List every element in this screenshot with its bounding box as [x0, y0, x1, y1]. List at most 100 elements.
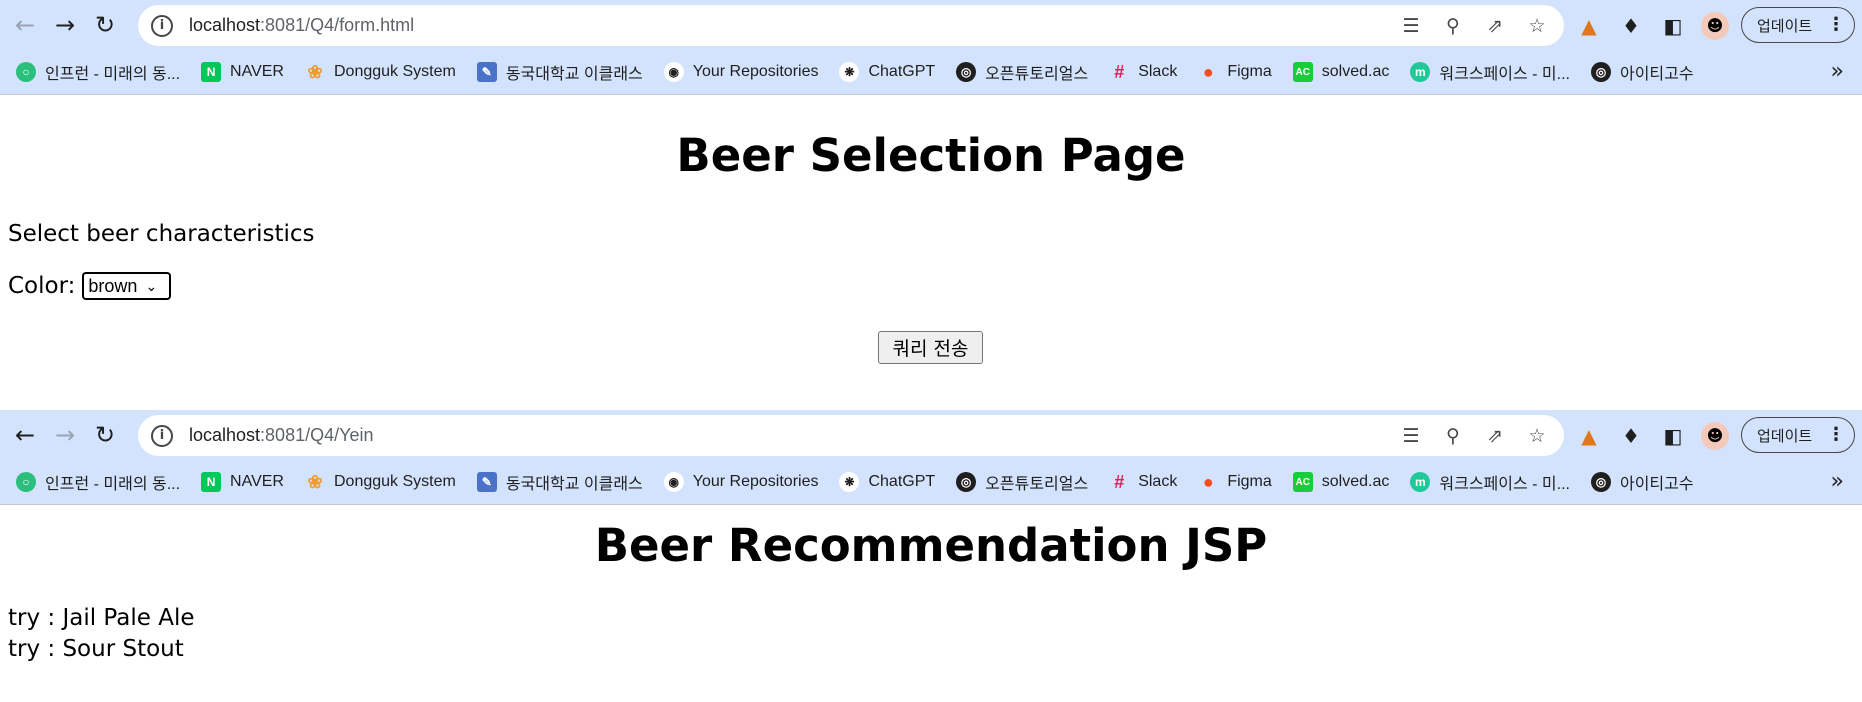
bookmark-naver[interactable]: N NAVER [201, 62, 284, 82]
forward-icon[interactable]: → [45, 5, 85, 45]
address-bar[interactable]: i localhost:8081/Q4/form.html ☰ ⚲ ⇗ ☆ [138, 5, 1564, 46]
bookmark-inflearn[interactable]: ○ 인프런 - 미래의 동... [16, 470, 180, 494]
address-bar-actions: ☰ ⚲ ⇗ ☆ [1398, 415, 1550, 456]
side-panel-icon[interactable]: ◧ [1659, 12, 1687, 40]
bookmark-label: 동국대학교 이클래스 [505, 66, 643, 83]
site-info-icon[interactable]: i [151, 424, 173, 447]
workspace-icon: m [1410, 62, 1431, 82]
solvedac-icon: AC [1292, 472, 1313, 492]
bookmark-label: Your Repositories [692, 473, 819, 490]
bookmarks-overflow-icon[interactable]: » [1831, 59, 1844, 84]
recommendation-item: try : Sour Stout [8, 636, 184, 662]
figma-icon: ● [1202, 471, 1214, 492]
bookmark-workspace[interactable]: m 워크스페이스 - 미... [1410, 470, 1570, 494]
bookmark-naver[interactable]: N NAVER [201, 472, 284, 492]
metamask-icon[interactable]: ▲ [1575, 12, 1603, 40]
slack-icon: # [1114, 471, 1125, 492]
profile-avatar[interactable]: ☻ [1701, 11, 1729, 40]
update-button[interactable]: 업데이트 ⋮ [1741, 417, 1855, 453]
profile-avatar[interactable]: ☻ [1701, 421, 1729, 450]
back-icon[interactable]: ← [5, 415, 45, 455]
bookmark-figma[interactable]: ● Figma [1198, 61, 1272, 82]
share-icon[interactable]: ⇗ [1482, 13, 1508, 39]
share-icon[interactable]: ⇗ [1482, 423, 1508, 449]
chevron-down-icon: ⌄ [145, 277, 158, 294]
bookmark-star-icon[interactable]: ☆ [1524, 423, 1550, 449]
bookmark-label: Slack [1138, 473, 1178, 490]
bookmark-itgosu[interactable]: ◎ 아이티고수 [1590, 60, 1694, 84]
translate-icon[interactable]: ☰ [1398, 13, 1424, 39]
page-content: Beer Selection Page Select beer characte… [0, 95, 1862, 410]
forward-icon[interactable]: → [45, 415, 85, 455]
zoom-icon[interactable]: ⚲ [1440, 13, 1466, 39]
bookmark-label: 동국대학교 이클래스 [505, 476, 643, 493]
bookmark-label: Figma [1227, 473, 1272, 490]
naver-icon: N [201, 62, 222, 82]
bookmark-chatgpt[interactable]: ❋ ChatGPT [839, 62, 935, 82]
bookmarks-bar: ○ 인프런 - 미래의 동... N NAVER ❀ Dongguk System ✎… [0, 50, 1862, 95]
metamask-icon[interactable]: ▲ [1575, 422, 1603, 450]
address-bar[interactable]: i localhost:8081/Q4/Yein ☰ ⚲ ⇗ ☆ [138, 415, 1564, 456]
globe-icon: ◎ [1590, 472, 1611, 492]
bookmark-label: NAVER [230, 473, 284, 490]
bookmark-inflearn[interactable]: ○ 인프런 - 미래의 동... [16, 60, 180, 84]
bookmark-label: Dongguk System [333, 63, 456, 80]
figma-icon: ● [1202, 61, 1214, 82]
bookmark-label: Your Repositories [692, 63, 819, 80]
bookmark-dongguk[interactable]: ❀ Dongguk System [305, 472, 456, 492]
chatgpt-icon: ❋ [839, 472, 860, 492]
bookmark-opentutorials[interactable]: ◎ 오픈튜토리얼스 [956, 470, 1088, 494]
slack-icon: # [1114, 61, 1125, 82]
reload-icon[interactable]: ↻ [85, 415, 125, 455]
update-button[interactable]: 업데이트 ⋮ [1741, 7, 1855, 43]
translate-icon[interactable]: ☰ [1398, 423, 1424, 449]
color-label: Color: [8, 273, 76, 299]
site-info-icon[interactable]: i [151, 14, 173, 37]
browser-window-result: ← → ↻ i localhost:8081/Q4/Yein ☰ ⚲ ⇗ ☆ ▲… [0, 410, 1862, 702]
bookmark-label: solved.ac [1321, 63, 1390, 80]
chatgpt-icon: ❋ [839, 62, 860, 82]
color-select[interactable]: brown ⌄ [82, 272, 172, 300]
bookmark-label: 워크스페이스 - 미... [1439, 476, 1570, 493]
bookmarks-bar: ○ 인프런 - 미래의 동... N NAVER ❀ Dongguk System ✎… [0, 460, 1862, 505]
bookmark-eclass[interactable]: ✎ 동국대학교 이클래스 [476, 470, 643, 494]
bookmark-solvedac[interactable]: AC solved.ac [1292, 62, 1390, 82]
bookmarks-overflow-icon[interactable]: » [1831, 469, 1844, 494]
bookmark-slack[interactable]: # Slack [1109, 472, 1177, 492]
submit-query-button[interactable]: 쿼리 전송 [878, 331, 983, 364]
url-path: :8081/Q4/Yein [260, 425, 374, 445]
bookmark-label: Slack [1138, 63, 1178, 80]
extensions-puzzle-icon[interactable]: ♦ [1617, 422, 1645, 450]
menu-kebab-icon[interactable]: ⋮ [1827, 14, 1845, 35]
reload-icon[interactable]: ↻ [85, 5, 125, 45]
url-text[interactable]: localhost:8081/Q4/Yein [189, 425, 373, 446]
bookmark-opentutorials[interactable]: ◎ 오픈튜토리얼스 [956, 60, 1088, 84]
back-icon[interactable]: ← [5, 5, 45, 45]
bookmark-figma[interactable]: ● Figma [1198, 471, 1272, 492]
bookmark-github[interactable]: ◉ Your Repositories [663, 62, 819, 82]
extensions-area: ▲ ♦ ◧ ☻ [1575, 5, 1729, 46]
zoom-icon[interactable]: ⚲ [1440, 423, 1466, 449]
bookmark-workspace[interactable]: m 워크스페이스 - 미... [1410, 60, 1570, 84]
extensions-puzzle-icon[interactable]: ♦ [1617, 12, 1645, 40]
bookmark-label: 워크스페이스 - 미... [1439, 66, 1570, 83]
bookmark-slack[interactable]: # Slack [1109, 62, 1177, 82]
bookmark-chatgpt[interactable]: ❋ ChatGPT [839, 472, 935, 492]
side-panel-icon[interactable]: ◧ [1659, 422, 1687, 450]
bookmark-itgosu[interactable]: ◎ 아이티고수 [1590, 470, 1694, 494]
url-text[interactable]: localhost:8081/Q4/form.html [189, 15, 414, 36]
menu-kebab-icon[interactable]: ⋮ [1827, 424, 1845, 445]
github-icon: ◉ [663, 62, 684, 82]
globe-icon: ◎ [956, 472, 977, 492]
page-content: Beer Recommendation JSP try : Jail Pale … [0, 505, 1862, 701]
bookmark-star-icon[interactable]: ☆ [1524, 13, 1550, 39]
globe-icon: ◎ [956, 62, 977, 82]
update-label: 업데이트 [1757, 426, 1813, 445]
bookmark-dongguk[interactable]: ❀ Dongguk System [305, 62, 456, 82]
bookmark-solvedac[interactable]: AC solved.ac [1292, 472, 1389, 492]
bookmark-label: Dongguk System [333, 473, 456, 490]
solvedac-icon: AC [1292, 62, 1313, 82]
bookmark-github[interactable]: ◉ Your Repositories [663, 472, 819, 492]
bookmark-eclass[interactable]: ✎ 동국대학교 이클래스 [476, 60, 643, 84]
github-icon: ◉ [663, 472, 684, 492]
